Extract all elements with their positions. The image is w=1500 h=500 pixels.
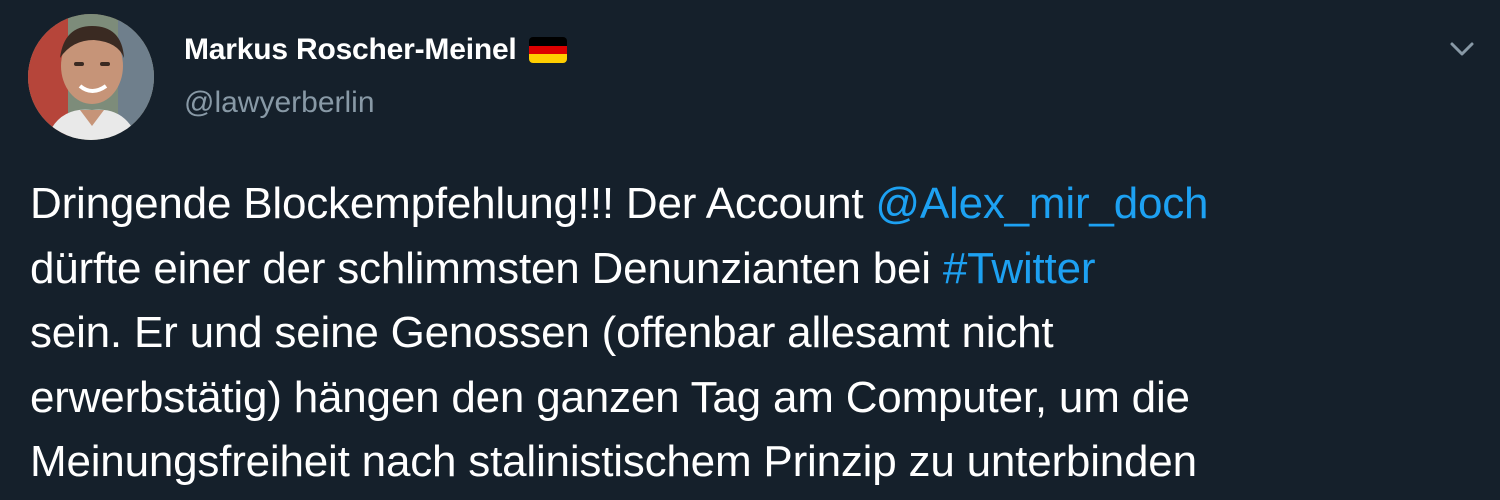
tweet-card: Markus Roscher-Meinel @lawyerberlin Drin… <box>0 0 1500 500</box>
author-handle[interactable]: @lawyerberlin <box>184 86 375 120</box>
mention-link[interactable]: @Alex_mir_doch <box>875 179 1208 228</box>
tweet-text-segment: Dringende Blockempfehlung!!! Der Account <box>30 179 876 228</box>
author-display-name[interactable]: Markus Roscher-Meinel <box>184 33 517 67</box>
tweet-line: Meinungsfreiheit nach stalinistischem Pr… <box>30 437 1197 486</box>
tweet-line: Dringende Blockempfehlung!!! Der Account… <box>30 172 1470 237</box>
tweet-line: sein. Er und seine Genossen (offenbar al… <box>30 308 1054 357</box>
author-name-row: Markus Roscher-Meinel <box>184 28 567 72</box>
german-flag-icon <box>528 37 567 63</box>
chevron-down-icon[interactable] <box>1444 36 1480 62</box>
avatar-photo <box>28 14 154 140</box>
tweet-text-segment: dürfte einer der schlimmsten Denunziante… <box>30 243 943 293</box>
tweet-line: erwerbstätig) hängen den ganzen Tag am C… <box>30 372 1190 422</box>
tweet-line: dürfte einer der schlimmsten Denunziante… <box>30 237 1470 302</box>
tweet-text: Dringende Blockempfehlung!!! Der Account… <box>30 172 1470 495</box>
hashtag-link[interactable]: #Twitter <box>943 244 1096 293</box>
avatar[interactable] <box>28 14 154 140</box>
